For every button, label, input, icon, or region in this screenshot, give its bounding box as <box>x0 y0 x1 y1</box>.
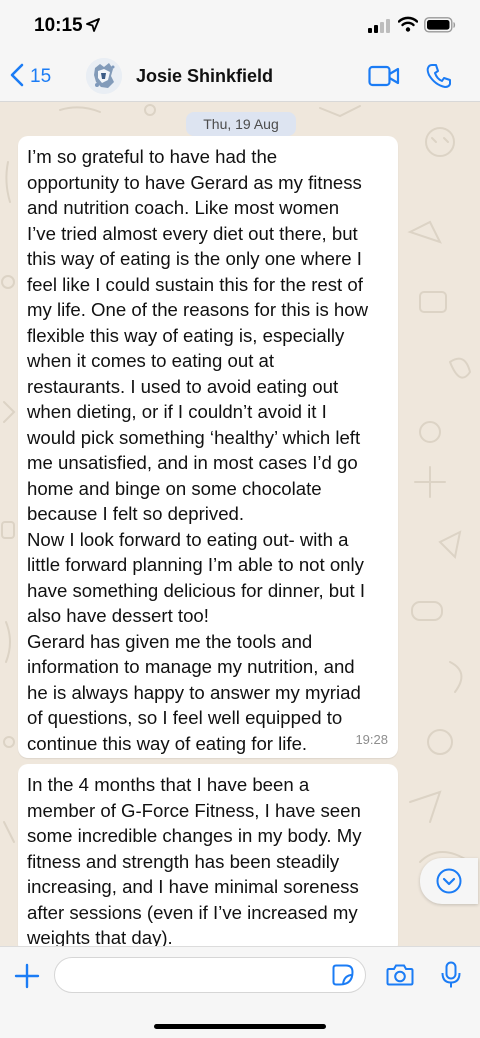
back-chevron-icon <box>10 63 24 92</box>
message-line: I’m so grateful to have had the <box>27 146 278 167</box>
video-call-icon[interactable] <box>368 64 400 93</box>
message-line: increasing, and I have minimal soreness <box>27 876 359 897</box>
message-line: feel like I could sustain this for the r… <box>27 273 363 295</box>
home-indicator <box>154 1024 326 1029</box>
message-line: home and binge on some chocolate <box>27 477 322 499</box>
message-line: my life. One of the reasons for this is … <box>27 299 369 320</box>
battery-icon <box>424 17 456 38</box>
message-line: little forward planning I’m able to not … <box>27 554 364 575</box>
message-line: some incredible changes in my body. My <box>27 825 362 846</box>
message-line: Gerard has given me the tools and <box>27 630 313 652</box>
message-line: weights that day). <box>27 927 173 946</box>
wifi-icon <box>397 16 419 37</box>
message-line: In the 4 months that I have been a <box>27 774 310 795</box>
message-line: this way of eating is the only one where… <box>27 248 362 269</box>
message-line: he is always happy to answer my myriad <box>27 681 361 703</box>
message-line: when it comes to eating out at <box>27 350 275 371</box>
message-line: opportunity to have Gerard as my fitness <box>27 171 362 193</box>
message-line: have something delicious for dinner, but… <box>27 579 365 601</box>
message-line: flexible this way of eating is, especial… <box>27 324 345 346</box>
back-button[interactable]: 15 <box>10 62 51 92</box>
input-bar <box>0 946 480 1038</box>
status-time: 10:15 <box>34 15 83 36</box>
chat-header: 15 Josie Shinkfield <box>0 52 480 102</box>
phone-icon[interactable] <box>426 63 452 94</box>
message-line: member of G-Force Fitness, I have seen <box>27 799 361 821</box>
location-arrow-icon <box>86 18 100 37</box>
status-bar: 10:15 <box>0 0 480 52</box>
message-line: Now I look forward to eating out- with a <box>27 528 349 550</box>
message-line: information to manage my nutrition, and <box>27 656 355 677</box>
microphone-icon[interactable] <box>440 961 462 994</box>
message-bubble[interactable]: In the 4 months that I have been a membe… <box>18 764 398 946</box>
message-line: me unsatisfied, and in most cases I’d go <box>27 452 358 473</box>
message-line: continue this way of eating for life. <box>27 732 308 754</box>
message-line: I’ve tried almost every diet out there, … <box>27 222 358 244</box>
message-line: after sessions (even if I’ve increased m… <box>27 901 358 923</box>
unread-count: 15 <box>30 66 52 87</box>
message-input[interactable] <box>54 957 366 993</box>
message-line: would pick something ‘healthy’ which lef… <box>27 426 361 448</box>
message-line: restaurants. I used to avoid eating out <box>27 375 339 397</box>
message-line: and nutrition coach. Like most women <box>27 197 340 218</box>
message-bubble[interactable]: I’m so grateful to have had the opportun… <box>18 136 398 758</box>
message-line: when dieting, or if I couldn’t avoid it … <box>27 401 327 422</box>
message-line: also have dessert too! <box>27 605 209 626</box>
sticker-icon[interactable] <box>332 964 354 991</box>
date-separator: Thu, 19 Aug <box>186 112 296 136</box>
plus-icon[interactable] <box>14 963 40 994</box>
avatar[interactable] <box>86 58 122 94</box>
message-line: fitness and strength has been steadily <box>27 850 340 872</box>
message-line: because I felt so deprived. <box>27 503 245 524</box>
scroll-to-bottom-button[interactable] <box>420 858 478 904</box>
message-line: of questions, so I feel well equipped to <box>27 707 343 728</box>
signal-icon <box>368 19 390 38</box>
chat-area[interactable]: Thu, 19 Aug I’m so grateful to have had … <box>0 102 480 946</box>
contact-name[interactable]: Josie Shinkfield <box>136 66 273 87</box>
message-timestamp: 19:28 <box>355 731 388 747</box>
camera-icon[interactable] <box>386 963 414 992</box>
